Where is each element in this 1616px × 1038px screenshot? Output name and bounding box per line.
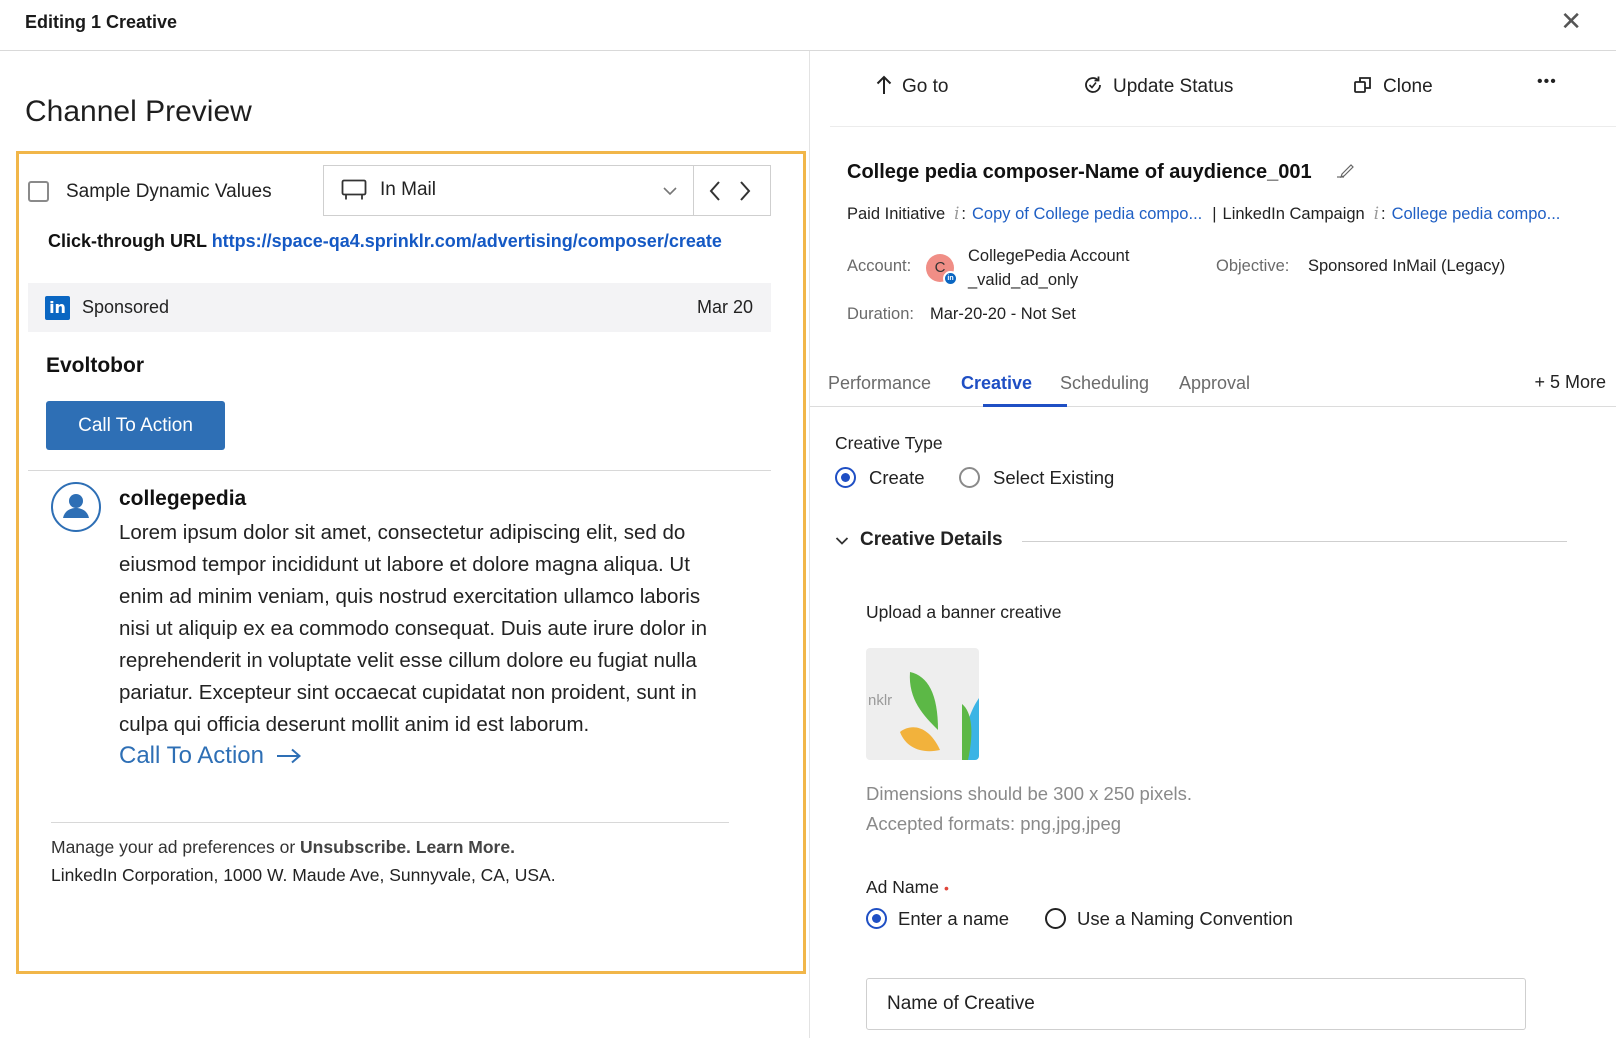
chevron-right-icon[interactable] — [738, 180, 752, 207]
select-existing-radio[interactable] — [959, 467, 980, 488]
preview-frame: Sample Dynamic Values In Mail Click-thro… — [16, 151, 806, 974]
creative-title: College pedia composer-Name of auydience… — [847, 161, 1356, 184]
upload-banner-label: Upload a banner creative — [866, 602, 1062, 622]
banner-thumbnail[interactable]: nklr — [866, 648, 979, 760]
top-bar: Editing 1 Creative ✕ — [0, 0, 1616, 51]
creative-details-panel: Go to Update Status Clone ••• College pe… — [810, 51, 1616, 1038]
dimensions-note: Dimensions should be 300 x 250 pixels. — [866, 783, 1192, 804]
linkedin-campaign-link[interactable]: College pedia compo... — [1392, 205, 1561, 223]
paid-initiative-label: Paid Initiative — [847, 205, 946, 223]
chevron-down-icon[interactable] — [835, 533, 849, 551]
cta-link-label: Call To Action — [119, 742, 264, 769]
ad-name-label-text: Ad Name — [866, 877, 939, 897]
message-body: Lorem ipsum dolor sit amet, consectetur … — [119, 521, 707, 736]
click-through-url-row: Click-through URL https://space-qa4.spri… — [48, 231, 722, 252]
update-status-button[interactable]: Update Status — [1083, 76, 1233, 98]
post-date: Mar 20 — [696, 297, 753, 317]
goto-label: Go to — [902, 76, 949, 97]
creative-title-text: College pedia composer-Name of auydience… — [847, 161, 1312, 183]
call-to-action-link[interactable]: Call To Action — [119, 742, 302, 771]
click-through-url-link[interactable]: https://space-qa4.sprinklr.com/advertisi… — [212, 231, 722, 251]
section-divider — [1022, 541, 1567, 542]
required-indicator: • — [943, 880, 949, 896]
info-icon[interactable]: i — [954, 204, 959, 223]
naming-convention-label: Use a Naming Convention — [1077, 908, 1293, 929]
linkedin-icon: in — [45, 296, 70, 320]
linkedin-icon: in — [943, 271, 958, 286]
formats-note: Accepted formats: png,jpg,jpeg — [866, 813, 1122, 834]
chevron-down-icon — [663, 183, 677, 201]
placement-value: In Mail — [380, 179, 436, 200]
action-toolbar: Go to Update Status Clone ••• — [830, 51, 1616, 127]
pencil-icon[interactable] — [1336, 161, 1356, 184]
unsubscribe-link[interactable]: Unsubscribe. Learn More. — [300, 837, 515, 857]
meta-row: Paid Initiative i: Copy of College pedia c… — [847, 204, 1561, 223]
naming-convention-radio[interactable] — [1045, 908, 1066, 929]
goto-button[interactable]: Go to — [876, 75, 949, 98]
active-tab-indicator — [983, 404, 1067, 407]
chevron-left-icon[interactable] — [708, 180, 722, 207]
sample-dynamic-values-label: Sample Dynamic Values — [66, 181, 272, 202]
placement-select[interactable]: In Mail — [323, 165, 694, 216]
sender-name: collegepedia — [119, 487, 247, 510]
arrow-right-icon — [276, 743, 302, 771]
account-label: Account: — [847, 257, 912, 275]
ad-name-label: Ad Name • — [866, 877, 949, 898]
footer-prefix: Manage your ad preferences or — [51, 837, 301, 857]
channel-preview-heading: Channel Preview — [25, 95, 252, 128]
more-icon[interactable]: ••• — [1537, 73, 1557, 91]
company-address: LinkedIn Corporation, 1000 W. Maude Ave,… — [51, 865, 556, 885]
tab-approval[interactable]: Approval — [1179, 373, 1250, 394]
sponsored-label: Sponsored — [82, 297, 170, 317]
select-existing-label: Select Existing — [993, 467, 1115, 488]
update-status-label: Update Status — [1113, 76, 1234, 97]
creative-details-heading[interactable]: Creative Details — [860, 529, 1003, 551]
arrow-up-icon — [876, 75, 892, 94]
objective-label: Objective: — [1216, 257, 1290, 275]
info-icon[interactable]: i — [1374, 204, 1379, 223]
clone-button[interactable]: Clone — [1353, 76, 1433, 98]
duration-value: Mar-20-20 - Not Set — [930, 305, 1076, 323]
objective-value: Sponsored InMail (Legacy) — [1308, 257, 1506, 275]
creative-type-label: Creative Type — [835, 433, 943, 453]
clone-label: Clone — [1383, 76, 1433, 97]
clone-icon — [1354, 77, 1371, 93]
duration-label: Duration: — [847, 305, 914, 323]
sponsored-bar: in Sponsored Mar 20 — [28, 283, 771, 332]
refresh-icon — [1085, 76, 1101, 93]
user-avatar-icon — [51, 482, 101, 532]
paid-initiative-link[interactable]: Copy of College pedia compo... — [972, 205, 1202, 223]
create-radio[interactable] — [835, 467, 856, 488]
divider — [51, 822, 729, 823]
enter-name-label: Enter a name — [898, 908, 1010, 929]
avatar: Cin — [926, 254, 958, 286]
tab-bar: Performance Creative Scheduling Approval… — [810, 357, 1616, 407]
linkedin-campaign-label: LinkedIn Campaign — [1222, 205, 1365, 223]
tab-creative[interactable]: Creative — [961, 373, 1032, 394]
more-tabs-button[interactable]: + 5 More — [1534, 372, 1606, 393]
channel-preview-panel: Channel Preview Sample Dynamic Values In… — [0, 51, 810, 1038]
call-to-action-button[interactable]: Call To Action — [46, 401, 225, 450]
enter-name-radio[interactable] — [866, 908, 887, 929]
preview-pager — [694, 165, 771, 216]
window-title: Editing 1 Creative — [25, 12, 178, 32]
ad-preferences-footer: Manage your ad preferences or Unsubscrib… — [51, 837, 515, 858]
tab-performance[interactable]: Performance — [828, 373, 931, 394]
close-icon[interactable]: ✕ — [1560, 8, 1582, 34]
brand-name: Evoltobor — [46, 354, 144, 377]
divider — [28, 470, 771, 471]
ad-name-input[interactable] — [866, 978, 1526, 1030]
sample-dynamic-values-checkbox[interactable] — [28, 181, 49, 202]
inbox-icon — [341, 179, 367, 206]
account-value: CollegePedia Account _valid_ad_only — [968, 247, 1130, 289]
create-label: Create — [869, 467, 925, 488]
tab-scheduling[interactable]: Scheduling — [1060, 373, 1149, 394]
click-through-label: Click-through URL — [48, 231, 207, 251]
